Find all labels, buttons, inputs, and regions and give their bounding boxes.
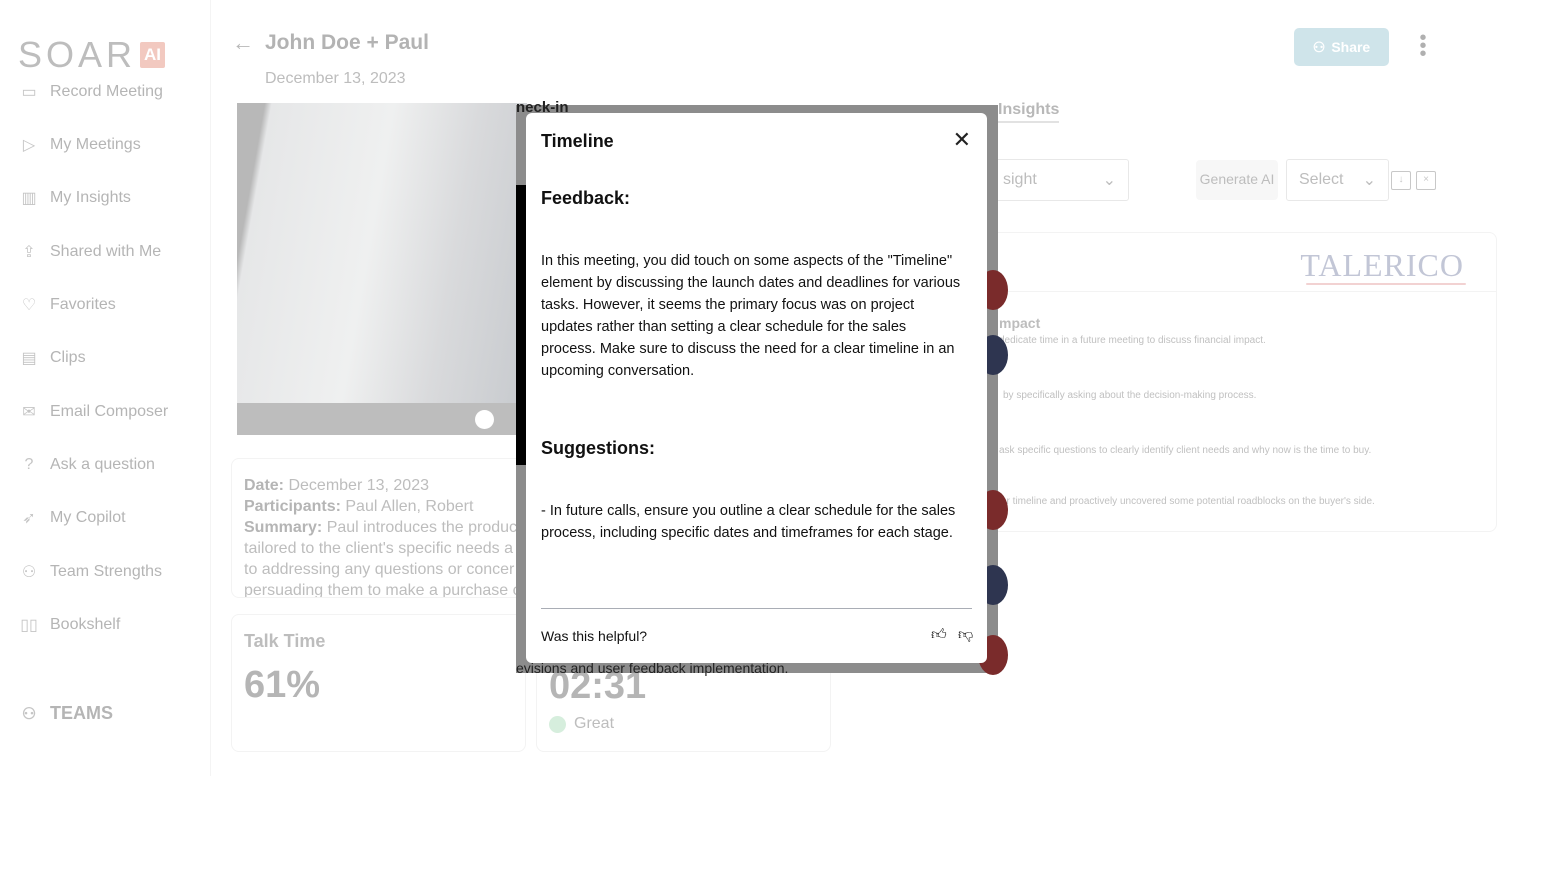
bar-chart-icon: ▥ xyxy=(21,190,37,207)
share-button[interactable]: ⚇ Share xyxy=(1294,28,1389,66)
sidebar-item-shared-with-me[interactable]: ⇪ Shared with Me xyxy=(18,242,161,262)
insight-row: ar timeline and proactively uncovered so… xyxy=(1001,496,1375,507)
sidebar-item-my-meetings[interactable]: ▷ My Meetings xyxy=(18,135,141,155)
sidebar-item-label: Bookshelf xyxy=(50,616,121,633)
sidebar-item-label: My Copilot xyxy=(50,509,126,526)
video-player[interactable] xyxy=(237,103,527,435)
talk-time-value: 61% xyxy=(244,664,321,706)
summary-line: Paul introduces the produc xyxy=(326,519,518,536)
logo-text: SOAR xyxy=(18,34,137,75)
sidebar-item-my-insights[interactable]: ▥ My Insights xyxy=(18,188,131,208)
sidebar-item-label: Ask a question xyxy=(50,456,155,473)
suggestions-text[interactable]: - In future calls, ensure you outline a … xyxy=(541,500,961,572)
chevron-down-icon: ⌄ xyxy=(1102,172,1116,189)
sidebar-item-my-copilot[interactable]: ➶ My Copilot xyxy=(18,508,126,528)
sidebar-item-label: Favorites xyxy=(50,296,116,313)
modal-title: Timeline xyxy=(541,131,614,151)
timeline-modal: Timeline ✕ Feedback: In this meeting, yo… xyxy=(526,113,987,663)
sidebar-item-label: My Insights xyxy=(50,189,131,206)
feedback-text: In this meeting, you did touch on some a… xyxy=(541,253,961,379)
users-icon: ⚇ xyxy=(21,564,37,581)
back-arrow-icon[interactable]: ← xyxy=(232,30,254,56)
chevron-down-icon: ⌄ xyxy=(1362,172,1376,189)
logo[interactable]: SOAR AI xyxy=(18,34,166,76)
date-label: Date: xyxy=(244,477,285,494)
participants-label: Participants: xyxy=(244,498,341,515)
heart-icon: ♡ xyxy=(21,297,37,314)
divider xyxy=(541,608,972,609)
summary-line: tailored to the client's specific needs … xyxy=(244,540,513,557)
users-icon: ⚇ xyxy=(1312,38,1326,55)
tab-insights[interactable]: Insights xyxy=(998,101,1060,123)
talk-time-label: Talk Time xyxy=(244,631,326,651)
feedback-heading: Feedback: xyxy=(541,188,631,208)
sidebar-item-email-composer[interactable]: ✉ Email Composer xyxy=(18,402,168,422)
logo-badge: AI xyxy=(140,42,166,68)
book-icon: ▯▯ xyxy=(20,617,38,634)
insight-row: by specifically asking about the decisio… xyxy=(1003,390,1257,401)
share-icon: ⇪ xyxy=(22,244,36,261)
summary-card: Date: December 13, 2023 Participants: Pa… xyxy=(231,458,526,598)
insight-row: ask specific questions to clearly identi… xyxy=(999,445,1372,456)
close-icon[interactable]: ✕ xyxy=(953,129,971,151)
insights-panel: TALERICO mpact dedicate time in a future… xyxy=(990,232,1497,532)
select-dropdown-value: Select xyxy=(1299,171,1344,188)
sidebar-item-label: Shared with Me xyxy=(50,243,162,260)
play-circle-icon: ▷ xyxy=(22,137,36,154)
sidebar-item-record-meeting[interactable]: ▭ Record Meeting xyxy=(18,82,163,102)
share-label: Share xyxy=(1331,39,1371,55)
sidebar-item-label: Email Composer xyxy=(50,403,169,420)
summary-line: persuading them to make a purchase c xyxy=(244,582,521,598)
archive-delete-icon[interactable]: × xyxy=(1416,171,1436,190)
clips-icon: ▤ xyxy=(21,350,37,367)
insight-dropdown[interactable]: sight ⌄ xyxy=(990,159,1129,201)
insight-row: dedicate time in a future meeting to dis… xyxy=(999,335,1266,346)
summary-label: Summary: xyxy=(244,519,323,536)
logo-underline xyxy=(1306,283,1466,285)
company-logo: TALERICO xyxy=(1300,247,1464,283)
sidebar-item-label: TEAMS xyxy=(50,703,113,723)
status-dot xyxy=(549,715,566,733)
more-options-icon[interactable]: • • • xyxy=(1416,28,1430,64)
archive-download-icon[interactable]: ↓ xyxy=(1391,171,1411,190)
sidebar-item-favorites[interactable]: ♡ Favorites xyxy=(18,295,116,315)
sidebar-item-bookshelf[interactable]: ▯▯ Bookshelf xyxy=(18,615,120,635)
mail-icon: ✉ xyxy=(22,404,36,421)
sidebar-item-label: Clips xyxy=(50,349,86,366)
talk-time-card: Talk Time 61% xyxy=(231,614,526,752)
sidebar-item-team-strengths[interactable]: ⚇ Team Strengths xyxy=(18,562,162,582)
participants-value: Paul Allen, Robert xyxy=(345,498,474,515)
teams-icon: ⚇ xyxy=(21,705,37,723)
sidebar-item-ask-a-question[interactable]: ? Ask a question xyxy=(18,455,155,475)
summary-line: to addressing any questions or concer xyxy=(244,561,515,578)
thumbs-down-icon[interactable]: 👎︎ xyxy=(958,626,973,644)
rocket-icon: ➶ xyxy=(22,510,36,527)
question-circle-icon: ? xyxy=(24,456,34,473)
insight-heading: mpact xyxy=(999,315,1041,331)
video-camera-icon: ▭ xyxy=(21,84,37,101)
sidebar-item-clips[interactable]: ▤ Clips xyxy=(18,348,86,368)
sidebar: SOAR AI ▭ Record Meeting ▷ My Meetings ▥ My I… xyxy=(0,0,211,776)
date-value: December 13, 2023 xyxy=(288,477,429,494)
select-dropdown[interactable]: Select ⌄ xyxy=(1286,159,1389,201)
sidebar-item-label: My Meetings xyxy=(50,136,141,153)
thumbs-up-icon[interactable]: 👍︎ xyxy=(931,626,947,644)
generate-ai-button[interactable]: Generate AI xyxy=(1196,160,1278,200)
pace-status: Great xyxy=(574,715,615,732)
microphone-icon[interactable] xyxy=(475,410,494,429)
page-title: John Doe + Paul xyxy=(265,31,429,54)
background-bar xyxy=(516,185,526,465)
suggestions-heading: Suggestions: xyxy=(541,438,656,458)
sidebar-item-label: Team Strengths xyxy=(50,563,163,580)
sidebar-item-teams[interactable]: ⚇ TEAMS xyxy=(18,703,113,724)
divider xyxy=(991,291,1496,292)
insight-dropdown-value: sight xyxy=(1003,171,1037,188)
helpful-prompt: Was this helpful? xyxy=(541,628,648,644)
sidebar-item-label: Record Meeting xyxy=(50,83,163,100)
meeting-date: December 13, 2023 xyxy=(265,70,406,87)
